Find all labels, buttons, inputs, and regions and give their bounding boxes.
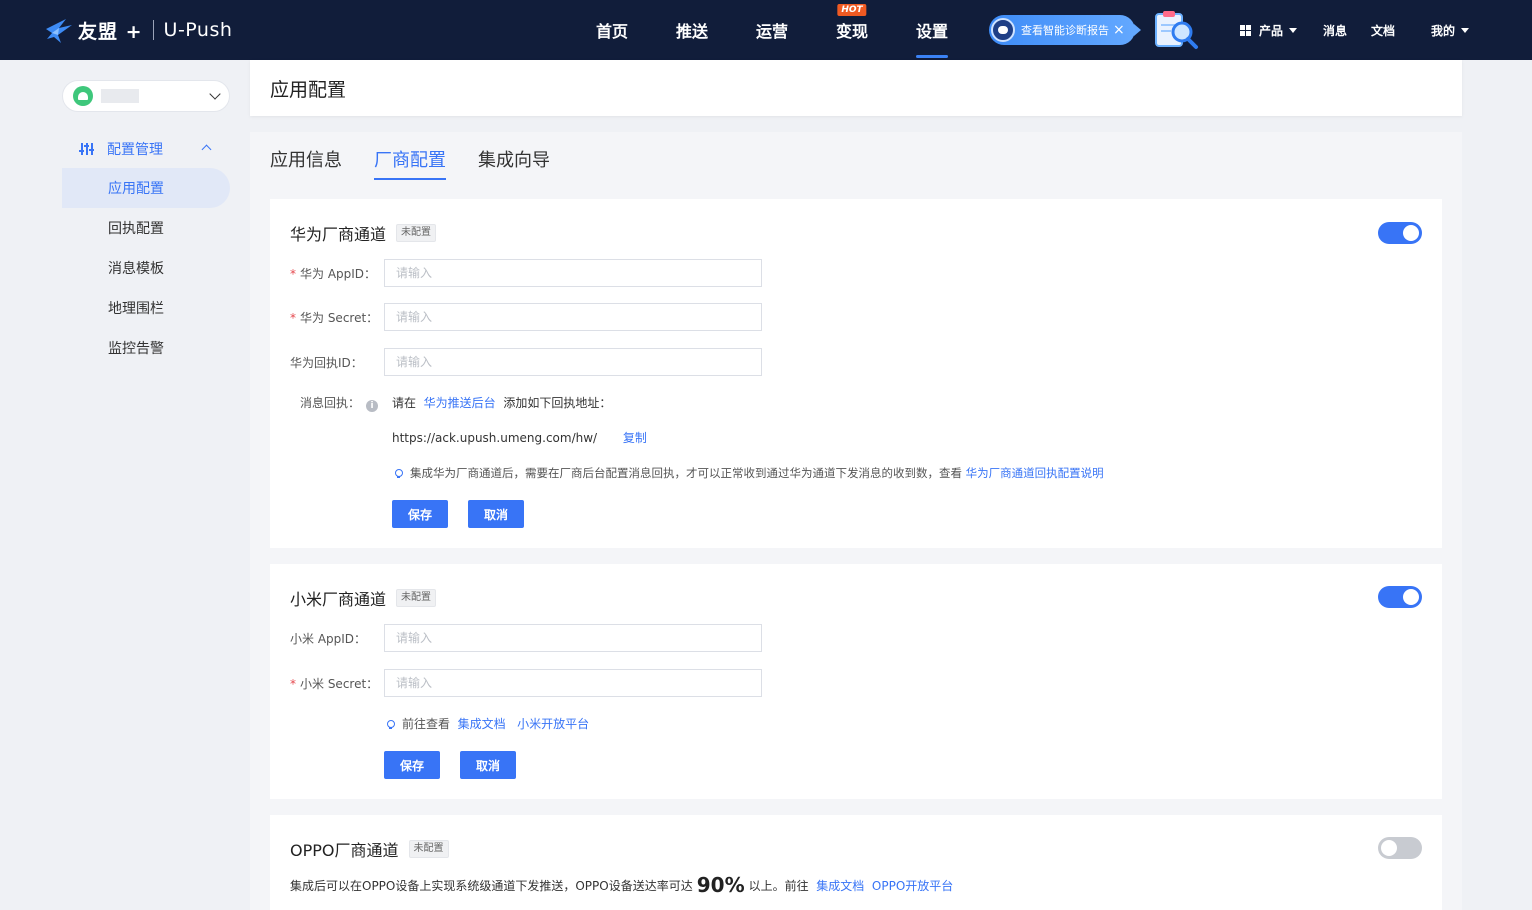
sidebar-item-message-template[interactable]: 消息模板: [62, 248, 230, 288]
docs-link[interactable]: 文档: [1371, 22, 1395, 39]
top-navigation-bar: 友盟 + U-Push 首页 推送 运营 HOT 变现 设置 查看智能诊断报告 …: [0, 0, 1532, 60]
huawei-tip: 集成华为厂商通道后，需要在厂商后台配置消息回执，才可以正常收到通过华为通道下发消…: [392, 465, 1104, 481]
sidebar-group-config[interactable]: 配置管理: [79, 138, 230, 160]
xiaomi-save-button[interactable]: 保存: [384, 751, 440, 779]
caret-down-icon: [1289, 27, 1298, 33]
tab-bar: 应用信息 厂商配置 集成向导: [270, 146, 582, 180]
logo-brand-text: 友盟 +: [78, 20, 143, 43]
sidebar-item-receipt-config[interactable]: 回执配置: [62, 208, 230, 248]
huawei-card-title: 华为厂商通道 未配置: [290, 221, 437, 245]
chevron-up-icon: [201, 144, 212, 155]
huawei-channel-card: 华为厂商通道 未配置 *华为 AppID： *华为 Secret： 华为回执ID…: [270, 199, 1442, 548]
app-name: ██: [101, 89, 139, 103]
logo[interactable]: 友盟 + U-Push: [44, 14, 232, 46]
chevron-down-icon: [209, 88, 221, 100]
receipt-url: https://ack.upush.umeng.com/hw/ 复制: [392, 431, 647, 445]
sidebar-item-monitor-alert[interactable]: 监控告警: [62, 328, 230, 368]
umeng-bird-icon: [46, 19, 72, 43]
lightbulb-icon: [392, 467, 404, 479]
nav-settings[interactable]: 设置: [892, 0, 972, 60]
oppo-channel-toggle[interactable]: [1378, 837, 1422, 859]
huawei-receipt-id-input[interactable]: [384, 348, 762, 376]
tab-app-info[interactable]: 应用信息: [270, 146, 342, 180]
huawei-console-link[interactable]: 华为推送后台: [424, 396, 496, 410]
oppo-channel-card: OPPO厂商通道 未配置 集成后可以在OPPO设备上实现系统级通道下发推送，OP…: [270, 815, 1442, 910]
page-title: 应用配置: [270, 78, 347, 101]
xiaomi-card-title: 小米厂商通道 未配置: [290, 586, 437, 610]
status-badge: 未配置: [396, 589, 437, 607]
huawei-secret-input[interactable]: [384, 303, 762, 331]
huawei-receipt-id-label: 华为回执ID：: [290, 356, 363, 370]
main-content: 应用信息 厂商配置 集成向导 华为厂商通道 未配置 *华为 AppID： *华为…: [250, 132, 1462, 910]
xiaomi-cancel-button[interactable]: 取消: [460, 751, 516, 779]
tab-integration-guide[interactable]: 集成向导: [478, 146, 550, 180]
nav-monetize[interactable]: HOT 变现: [812, 0, 892, 60]
xiaomi-platform-link[interactable]: 小米开放平台: [517, 717, 589, 731]
xiaomi-channel-card: 小米厂商通道 未配置 小米 AppID： *小米 Secret： 前往查看 集成…: [270, 564, 1442, 799]
oppo-description: 集成后可以在OPPO设备上实现系统级通道下发推送，OPPO设备送达率可达 90% 以…: [290, 873, 954, 897]
messages-link[interactable]: 消息: [1323, 22, 1347, 39]
huawei-channel-toggle[interactable]: [1378, 222, 1422, 244]
logo-product-text: U-Push: [163, 19, 233, 41]
oppo-card-title: OPPO厂商通道 未配置: [290, 837, 449, 861]
message-receipt-label: 消息回执： i: [300, 394, 379, 412]
app-selector[interactable]: ██: [62, 80, 230, 112]
xiaomi-channel-toggle[interactable]: [1378, 586, 1422, 608]
nav-home[interactable]: 首页: [572, 0, 652, 60]
huawei-cancel-button[interactable]: 取消: [468, 500, 524, 528]
diagnosis-report-pill[interactable]: 查看智能诊断报告 ×: [989, 15, 1141, 45]
huawei-secret-label: * 华为 Secret：: [290, 311, 379, 325]
robot-avatar-icon: [991, 18, 1015, 42]
status-badge: 未配置: [396, 224, 437, 242]
info-icon[interactable]: i: [366, 400, 379, 412]
tab-vendor-config[interactable]: 厂商配置: [374, 146, 446, 180]
receipt-instruction: 请在 华为推送后台 添加如下回执地址：: [392, 396, 612, 410]
right-nav: 产品 消息 文档 我的: [1240, 0, 1470, 60]
nav-push[interactable]: 推送: [652, 0, 732, 60]
close-icon[interactable]: ×: [1113, 22, 1125, 38]
delivery-rate: 90%: [696, 873, 745, 897]
xiaomi-secret-input[interactable]: [384, 669, 762, 697]
page-header: 应用配置: [250, 60, 1462, 116]
sidebar-item-app-config[interactable]: 应用配置: [62, 168, 230, 208]
caret-down-icon: [1461, 27, 1470, 33]
diagnosis-label: 查看智能诊断报告: [1021, 24, 1109, 37]
grid-icon: [1240, 24, 1251, 36]
huawei-receipt-doc-link[interactable]: 华为厂商通道回执配置说明: [966, 466, 1104, 480]
logo-divider: [152, 20, 154, 40]
lightbulb-icon: [384, 718, 396, 730]
huawei-save-button[interactable]: 保存: [392, 500, 448, 528]
status-badge: 未配置: [408, 840, 449, 858]
oppo-docs-link[interactable]: 集成文档: [816, 879, 864, 893]
xiaomi-docs-link[interactable]: 集成文档: [458, 717, 506, 731]
oppo-platform-link[interactable]: OPPO开放平台: [872, 879, 953, 893]
user-menu[interactable]: 我的: [1431, 22, 1470, 39]
xiaomi-secret-label: * 小米 Secret：: [290, 677, 379, 691]
main-nav: 首页 推送 运营 HOT 变现 设置: [572, 0, 972, 60]
huawei-appid-input[interactable]: [384, 259, 762, 287]
diagnosis-magnifier-icon[interactable]: [1152, 8, 1200, 52]
xiaomi-appid-input[interactable]: [384, 624, 762, 652]
sliders-icon: [79, 143, 94, 155]
xiaomi-tip: 前往查看 集成文档 小米开放平台: [384, 715, 589, 732]
hot-badge: HOT: [837, 4, 867, 16]
products-menu[interactable]: 产品: [1240, 22, 1298, 39]
nav-operations[interactable]: 运营: [732, 0, 812, 60]
android-icon: [73, 86, 93, 106]
sidebar: ██ 配置管理 应用配置 回执配置 消息模板 地理围栏 监控告警: [0, 60, 250, 910]
xiaomi-appid-label: 小米 AppID：: [290, 632, 367, 646]
sidebar-item-geofence[interactable]: 地理围栏: [62, 288, 230, 328]
copy-url-link[interactable]: 复制: [623, 431, 647, 445]
huawei-appid-label: * 华为 AppID：: [290, 267, 377, 281]
